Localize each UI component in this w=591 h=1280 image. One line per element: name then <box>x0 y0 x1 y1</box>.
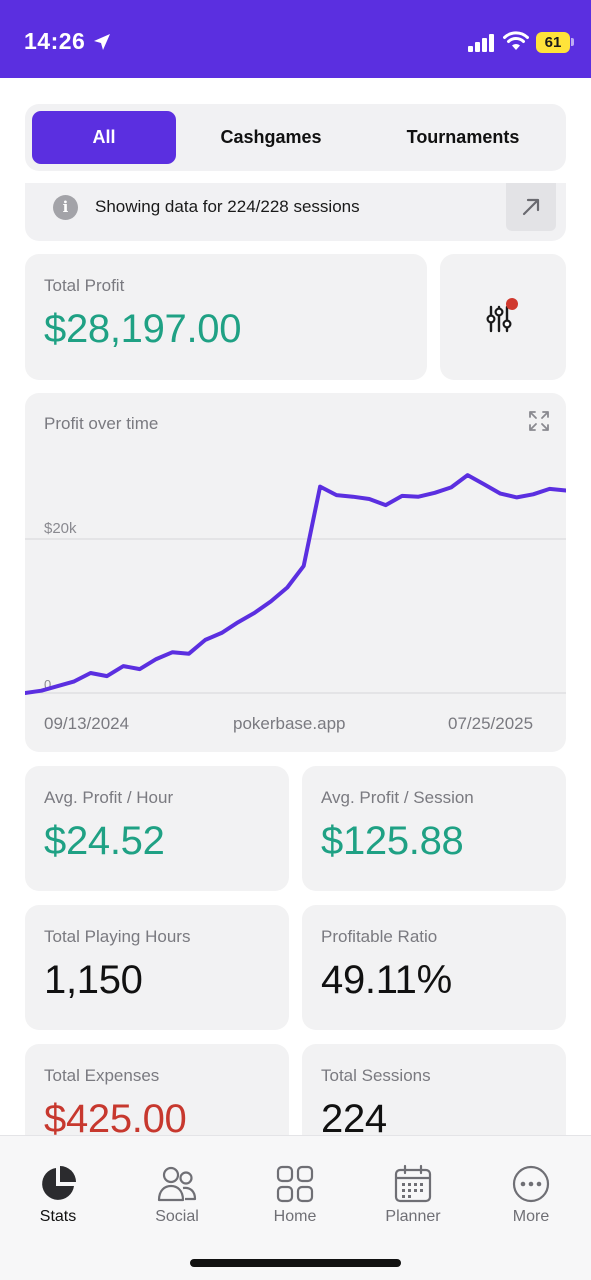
stat-label: Total Playing Hours <box>44 927 191 946</box>
gridline-label: $20k <box>44 520 77 537</box>
calendar-icon <box>394 1164 432 1203</box>
status-bar: 14:26 61 <box>0 0 591 78</box>
profit-chart: $20k0 <box>25 473 566 695</box>
pie-chart-icon <box>42 1166 76 1200</box>
tab-cashgames[interactable]: Cashgames <box>185 111 357 164</box>
tab-social[interactable]: Social <box>127 1164 227 1226</box>
people-icon <box>157 1166 197 1202</box>
arrow-up-right-icon <box>522 198 540 216</box>
stat-card-playing-hours: Total Playing Hours 1,150 <box>25 905 289 1030</box>
tab-more[interactable]: More <box>481 1164 581 1226</box>
tab-home[interactable]: Home <box>245 1164 345 1226</box>
battery-indicator: 61 <box>536 32 570 53</box>
cellular-signal-icon <box>468 34 494 52</box>
ellipsis-circle-icon <box>512 1165 550 1203</box>
tab-label: Planner <box>385 1208 441 1225</box>
tab-label: Social <box>155 1208 199 1225</box>
sessions-info-text: Showing data for 224/228 sessions <box>95 197 360 216</box>
tab-tournaments[interactable]: Tournaments <box>370 111 556 164</box>
stat-card-profitable-ratio: Profitable Ratio 49.11% <box>302 905 566 1030</box>
expand-icon[interactable] <box>527 409 551 433</box>
home-indicator <box>190 1259 401 1267</box>
chart-watermark: pokerbase.app <box>233 714 346 733</box>
tab-label: Home <box>273 1208 317 1225</box>
stat-value: $125.88 <box>321 819 464 863</box>
stat-label: Avg. Profit / Session <box>321 788 474 807</box>
filter-settings-button[interactable] <box>440 254 566 380</box>
total-profit-value: $28,197.00 <box>44 307 242 351</box>
total-profit-card: Total Profit $28,197.00 <box>25 254 427 380</box>
location-arrow-icon <box>94 34 110 50</box>
profit-series-line <box>25 473 566 695</box>
stat-label: Avg. Profit / Hour <box>44 788 174 807</box>
stat-card-avg-profit-session: Avg. Profit / Session $125.88 <box>302 766 566 891</box>
wifi-icon <box>503 31 529 50</box>
tab-planner[interactable]: Planner <box>363 1164 463 1226</box>
tab-stats[interactable]: Stats <box>8 1164 108 1226</box>
battery-tip <box>571 38 574 46</box>
stat-value: 1,150 <box>44 958 143 1002</box>
open-sessions-button[interactable] <box>506 183 556 231</box>
tab-label: Stats <box>39 1208 77 1225</box>
info-icon: i <box>53 195 78 220</box>
stat-label: Total Expenses <box>44 1066 160 1085</box>
filter-active-dot <box>506 298 518 310</box>
chart-start-date: 09/13/2024 <box>44 714 130 733</box>
tab-label: More <box>512 1208 550 1225</box>
game-type-segmented-control: All Cashgames Tournaments <box>25 104 566 171</box>
stat-value: 49.11% <box>321 958 452 1002</box>
grid-icon <box>276 1165 314 1203</box>
chart-title: Profit over time <box>44 414 159 433</box>
sessions-info-banner: i Showing data for 224/228 sessions <box>25 183 566 241</box>
total-profit-label: Total Profit <box>44 276 125 295</box>
stat-label: Profitable Ratio <box>321 927 438 946</box>
sliders-icon <box>486 298 518 333</box>
tab-all[interactable]: All <box>32 111 176 164</box>
status-time: 14:26 <box>24 28 86 54</box>
stat-value: $24.52 <box>44 819 165 863</box>
profit-chart-card[interactable]: $20k 0 Profit over time 09/13/2024 pokerb… <box>25 393 566 752</box>
chart-end-date: 07/25/2025 <box>448 714 534 733</box>
stat-card-avg-profit-hour: Avg. Profit / Hour $24.52 <box>25 766 289 891</box>
stat-label: Total Sessions <box>321 1066 431 1085</box>
